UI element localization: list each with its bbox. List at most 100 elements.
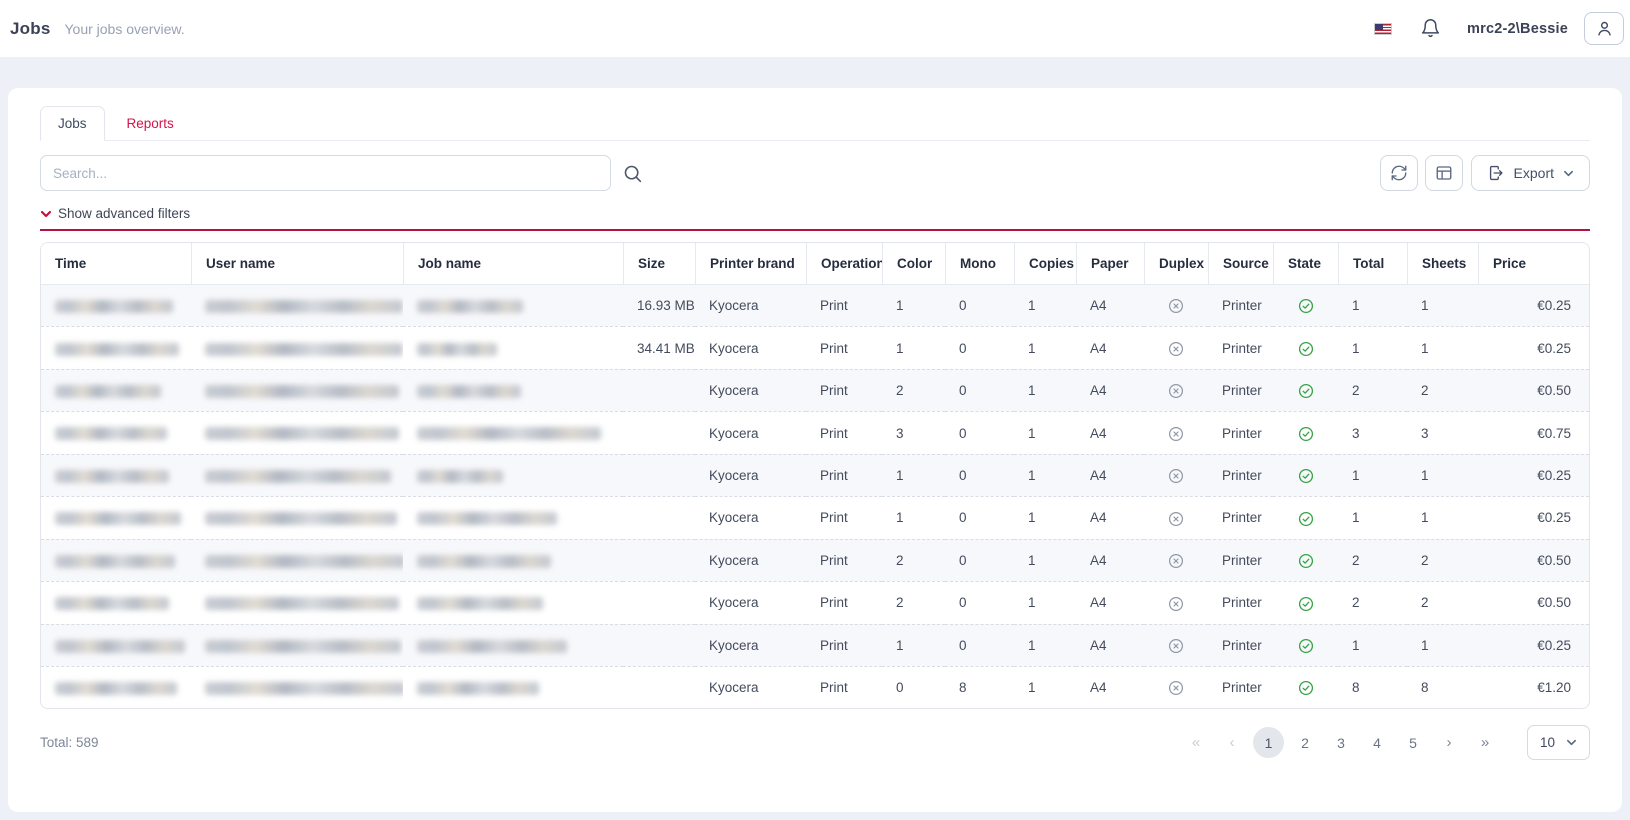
column-header-user-name[interactable]: User name [191, 243, 403, 285]
page-button-4[interactable]: 4 [1362, 727, 1392, 758]
price-cell: €0.75 [1478, 411, 1589, 453]
jobs-table: Time User name Job name Size Printer bra… [40, 242, 1590, 709]
copies-cell: 1 [1014, 539, 1076, 581]
sheets-cell: 1 [1407, 285, 1478, 326]
redacted-job-text [417, 385, 521, 398]
table-header-row: Time User name Job name Size Printer bra… [41, 243, 1589, 285]
table-row[interactable]: Kyocera Print 2 0 1 A4 Printer [41, 581, 1589, 623]
table-row[interactable]: Kyocera Print 1 0 1 A4 Printer [41, 454, 1589, 496]
column-header-color[interactable]: Color [882, 243, 945, 285]
first-page-button[interactable]: « [1181, 727, 1211, 758]
column-header-state[interactable]: State [1273, 243, 1338, 285]
price-cell: €0.25 [1478, 285, 1589, 326]
total-cell: 1 [1338, 454, 1407, 496]
user-name-cell [191, 369, 403, 411]
show-advanced-filters-toggle[interactable]: Show advanced filters [40, 206, 190, 221]
copies-cell: 1 [1014, 285, 1076, 326]
table-row[interactable]: 34.41 MB Kyocera Print 1 0 1 A4 Printer [41, 326, 1589, 368]
paper-cell: A4 [1076, 326, 1144, 368]
redacted-user-text [205, 640, 401, 653]
paper-cell: A4 [1076, 539, 1144, 581]
redacted-time-text [55, 682, 177, 695]
mono-cell: 8 [945, 666, 1014, 708]
next-page-button[interactable]: › [1434, 727, 1464, 758]
duplex-off-circle-x-icon [1168, 341, 1184, 357]
column-header-duplex[interactable]: Duplex [1144, 243, 1208, 285]
language-flag-icon[interactable] [1374, 23, 1392, 35]
page-button-3[interactable]: 3 [1326, 727, 1356, 758]
search-input[interactable] [40, 155, 611, 191]
mono-cell: 0 [945, 326, 1014, 368]
column-header-sheets[interactable]: Sheets [1407, 243, 1478, 285]
column-header-job-name[interactable]: Job name [403, 243, 623, 285]
mono-cell: 0 [945, 411, 1014, 453]
page-button-2[interactable]: 2 [1290, 727, 1320, 758]
refresh-button[interactable] [1380, 155, 1418, 191]
job-name-cell [403, 496, 623, 538]
source-cell: Printer [1208, 666, 1273, 708]
state-completed-check-icon [1298, 680, 1314, 696]
previous-page-button[interactable]: ‹ [1217, 727, 1247, 758]
pagination: « ‹ 1 2 3 4 5 › » 10 [1178, 725, 1590, 760]
column-header-copies[interactable]: Copies [1014, 243, 1076, 285]
duplex-off-circle-x-icon [1168, 426, 1184, 442]
tab-jobs[interactable]: Jobs [40, 106, 105, 141]
table-row[interactable]: Kyocera Print 2 0 1 A4 Printer [41, 369, 1589, 411]
printer-brand-cell: Kyocera [695, 369, 806, 411]
size-cell [623, 411, 695, 453]
notifications-bell-icon[interactable] [1420, 18, 1441, 39]
sheets-cell: 1 [1407, 454, 1478, 496]
export-button[interactable]: Export [1471, 155, 1590, 191]
column-header-printer-brand[interactable]: Printer brand [695, 243, 806, 285]
column-header-time[interactable]: Time [41, 243, 191, 285]
page-size-value: 10 [1540, 735, 1555, 750]
column-header-source[interactable]: Source [1208, 243, 1273, 285]
state-cell [1273, 454, 1338, 496]
column-header-mono[interactable]: Mono [945, 243, 1014, 285]
table-row[interactable]: Kyocera Print 2 0 1 A4 Printer [41, 539, 1589, 581]
printer-brand-cell: Kyocera [695, 496, 806, 538]
mono-cell: 0 [945, 624, 1014, 666]
duplex-cell [1144, 369, 1208, 411]
column-header-total[interactable]: Total [1338, 243, 1407, 285]
table-row[interactable]: Kyocera Print 1 0 1 A4 Printer [41, 496, 1589, 538]
column-header-price[interactable]: Price [1478, 243, 1589, 285]
user-icon [1595, 19, 1614, 38]
column-header-operation[interactable]: Operation [806, 243, 882, 285]
color-cell: 1 [882, 285, 945, 326]
chevron-down-icon [1566, 737, 1577, 748]
operation-cell: Print [806, 454, 882, 496]
user-name-cell [191, 454, 403, 496]
column-header-size[interactable]: Size [623, 243, 695, 285]
table-row[interactable]: 16.93 MB Kyocera Print 1 0 1 A4 Printer [41, 285, 1589, 326]
table-row[interactable]: Kyocera Print 0 8 1 A4 Printer [41, 666, 1589, 708]
sheets-cell: 3 [1407, 411, 1478, 453]
state-cell [1273, 539, 1338, 581]
filters-divider [40, 229, 1590, 231]
operation-cell: Print [806, 624, 882, 666]
last-page-button[interactable]: » [1470, 727, 1500, 758]
redacted-time-text [55, 640, 185, 653]
redacted-job-text [417, 682, 539, 695]
price-cell: €1.20 [1478, 666, 1589, 708]
page-size-select[interactable]: 10 [1527, 725, 1590, 760]
search-icon[interactable] [622, 163, 643, 184]
duplex-cell [1144, 539, 1208, 581]
table-row[interactable]: Kyocera Print 3 0 1 A4 Printer [41, 411, 1589, 453]
profile-menu-button[interactable] [1584, 12, 1624, 45]
column-settings-button[interactable] [1425, 155, 1463, 191]
table-row[interactable]: Kyocera Print 1 0 1 A4 Printer [41, 624, 1589, 666]
page-button-1[interactable]: 1 [1253, 727, 1284, 758]
column-header-paper[interactable]: Paper [1076, 243, 1144, 285]
redacted-job-text [417, 427, 601, 440]
total-cell: 1 [1338, 326, 1407, 368]
printer-brand-cell: Kyocera [695, 666, 806, 708]
size-cell [623, 369, 695, 411]
mono-cell: 0 [945, 539, 1014, 581]
tab-reports[interactable]: Reports [105, 106, 196, 140]
total-count-label: Total: 589 [40, 735, 99, 750]
state-completed-check-icon [1298, 511, 1314, 527]
paper-cell: A4 [1076, 369, 1144, 411]
color-cell: 1 [882, 496, 945, 538]
page-button-5[interactable]: 5 [1398, 727, 1428, 758]
